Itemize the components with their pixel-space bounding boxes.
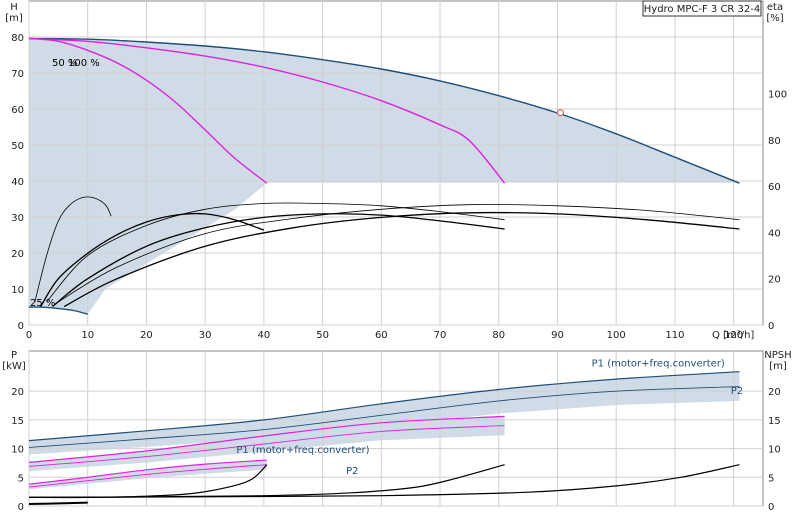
x-tick-label: 90	[551, 330, 564, 341]
y-tick-label: 40	[11, 177, 24, 188]
x-tick-label: 80	[492, 330, 505, 341]
x-tick-label: 60	[375, 330, 388, 341]
y2-tick-label: 40	[768, 228, 781, 239]
bottom-y-tick-labels-right: 0 5 10 15 20	[768, 387, 781, 513]
chart-title: Hydro MPC-F 3 CR 32-4	[644, 4, 761, 15]
x-tick-label: 110	[665, 330, 684, 341]
pump-performance-chart: 0 10 20 30 40 50 60 70 80 90 100 110 120 01020304050…	[2, 0, 792, 513]
speed-label-25: 25 %	[30, 298, 55, 309]
x-tick-labels: 0 10 20 30 40 50 60 70 80 90 100 110 120	[26, 330, 743, 341]
x-tick-label: 0	[26, 330, 32, 341]
series-label: P1 (motor+freq.converter)	[236, 445, 369, 456]
series-label: P2	[731, 386, 743, 397]
y-tick-label: 0	[18, 321, 24, 332]
x-tick-label: 10	[81, 330, 94, 341]
y-tick-labels-left: 0 10 20 30 40 50 60 70 80	[11, 33, 24, 332]
x-tick-label: 40	[258, 330, 271, 341]
y-tick-label: 30	[11, 213, 24, 224]
speed-label-100: 100 %	[68, 58, 100, 69]
npsh-tick-label: 20	[768, 387, 781, 398]
x-axis-label: Q [m³/h]	[712, 330, 754, 341]
npsh-tick-label: 10	[768, 445, 781, 456]
y2-tick-label: 0	[768, 321, 774, 332]
p-tick-label: 5	[18, 473, 24, 484]
y-tick-label: 60	[11, 105, 24, 116]
series-label: P1 (motor+freq.converter)	[592, 359, 725, 370]
y-tick-label: 20	[11, 249, 24, 260]
y-tick-label: 80	[11, 33, 24, 44]
x-tick-label: 100	[607, 330, 626, 341]
y2-tick-label: 80	[768, 136, 781, 147]
y-axis-label-eta: eta [%]	[766, 2, 783, 24]
head-efficiency-panel: 0 10 20 30 40 50 60 70 80 90 100 110 120 01020304050…	[5, 0, 787, 341]
x-tick-label: 70	[434, 330, 447, 341]
y2-tick-label: 100	[768, 90, 787, 101]
p-tick-label: 15	[11, 416, 24, 427]
series-label: P2	[346, 466, 358, 477]
y-axis-label-h: H [m]	[5, 2, 23, 24]
y-tick-label: 10	[11, 285, 24, 296]
y-axis-label-npsh: NPSH [m]	[764, 350, 791, 372]
power-npsh-panel: 0 5 10 15 20 0 5 10 15 20 P1 (motor+freq.convert…	[2, 350, 791, 513]
p-tick-label: 0	[18, 502, 24, 513]
y-tick-label: 50	[11, 141, 24, 152]
p-tick-label: 20	[11, 387, 24, 398]
y-tick-labels-right: 0 20 40 60 80 100	[768, 90, 787, 332]
npsh-tick-label: 5	[768, 473, 774, 484]
y-axis-label-p: P [kW]	[2, 350, 26, 372]
y2-tick-label: 60	[768, 182, 781, 193]
x-tick-label: 50	[316, 330, 329, 341]
bottom-y-tick-labels-left: 0 5 10 15 20	[11, 387, 24, 513]
y2-tick-label: 20	[768, 275, 781, 286]
npsh-tick-label: 0	[768, 502, 774, 513]
p-tick-label: 10	[11, 445, 24, 456]
npsh-tick-label: 15	[768, 416, 781, 427]
y-tick-label: 70	[11, 69, 24, 80]
x-tick-label: 30	[199, 330, 212, 341]
duty-point-marker	[556, 109, 564, 117]
x-tick-label: 20	[140, 330, 153, 341]
